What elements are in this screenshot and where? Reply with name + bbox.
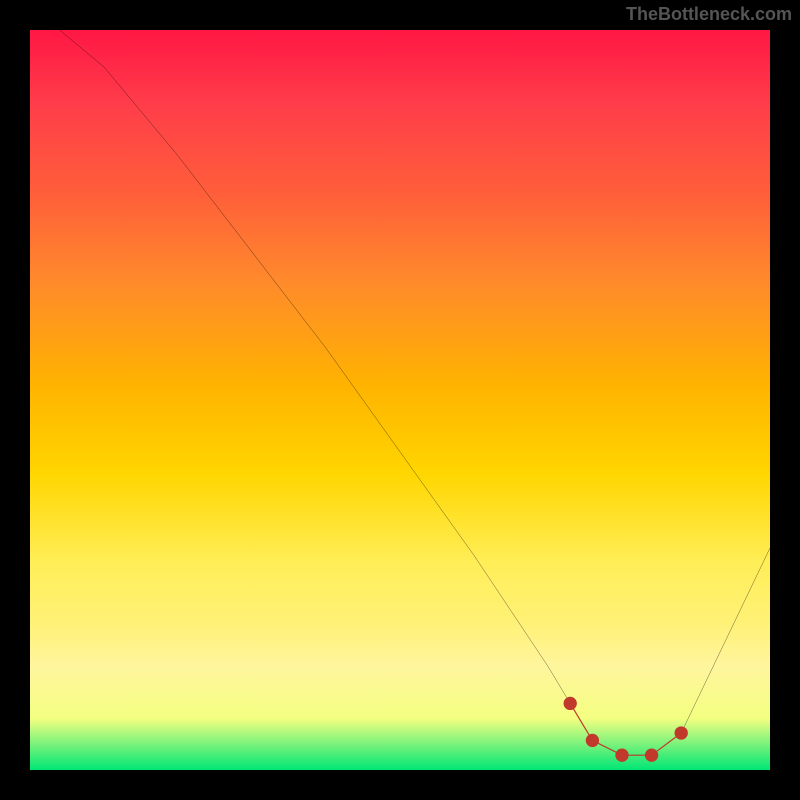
highlight-dot	[645, 749, 658, 762]
sweet-spot-dots	[564, 697, 688, 762]
highlight-dot	[615, 749, 628, 762]
watermark-text: TheBottleneck.com	[626, 4, 792, 25]
highlight-dot	[564, 697, 577, 710]
chart-plot-area	[30, 30, 770, 770]
highlight-dot	[586, 734, 599, 747]
highlight-dot	[675, 726, 688, 739]
bottleneck-curve-line	[60, 30, 770, 755]
sweet-spot-highlight-line	[570, 703, 681, 755]
chart-svg	[30, 30, 770, 770]
